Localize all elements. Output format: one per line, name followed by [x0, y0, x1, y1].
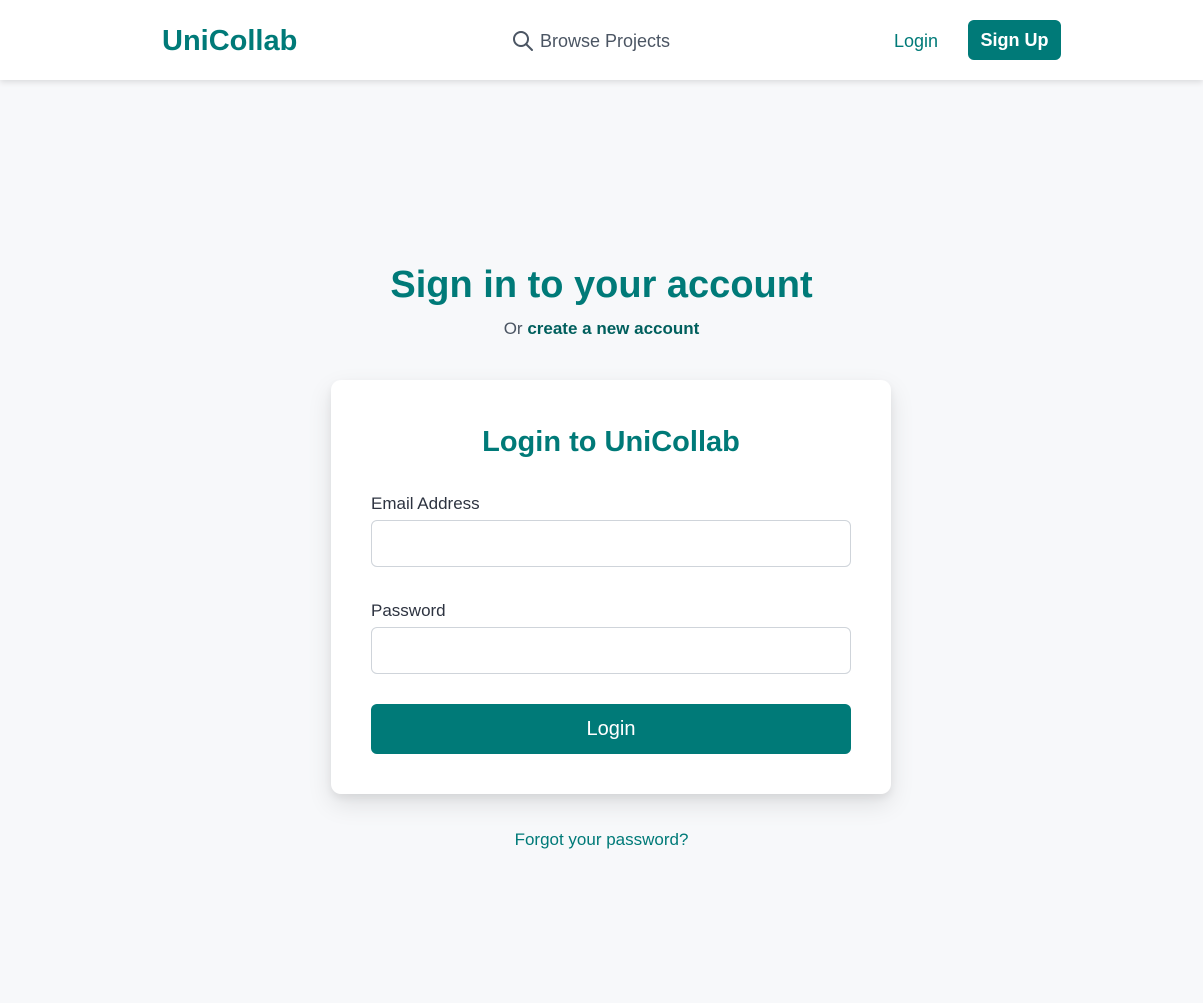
login-card-title: Login to UniCollab — [482, 426, 740, 458]
page-title: Sign in to your account — [390, 264, 813, 306]
create-account-link[interactable]: create a new account — [527, 319, 699, 338]
browse-projects-label: Browse Projects — [540, 30, 671, 51]
signup-button[interactable]: Sign Up — [968, 20, 1061, 60]
search-icon — [512, 30, 534, 52]
nav-login-link[interactable]: Login — [894, 29, 938, 53]
browse-projects-link[interactable]: Browse Projects — [512, 28, 670, 54]
email-field[interactable] — [371, 520, 851, 567]
login-card: Login to UniCollab Email Address Passwor… — [331, 380, 891, 794]
email-label: Email Address — [371, 494, 480, 513]
subtitle-prefix: Or — [503, 319, 523, 338]
password-field[interactable] — [371, 627, 851, 674]
login-button[interactable]: Login — [371, 704, 851, 754]
forgot-password-link[interactable]: Forgot your password? — [515, 830, 689, 849]
password-label: Password — [371, 601, 446, 620]
page-subtitle: Or create a new account — [0, 318, 1203, 340]
brand-logo[interactable]: UniCollab — [162, 22, 297, 60]
forgot-password-row: Forgot your password? — [0, 829, 1203, 851]
top-navbar: UniCollab Browse Projects Login Sign Up — [0, 0, 1203, 80]
